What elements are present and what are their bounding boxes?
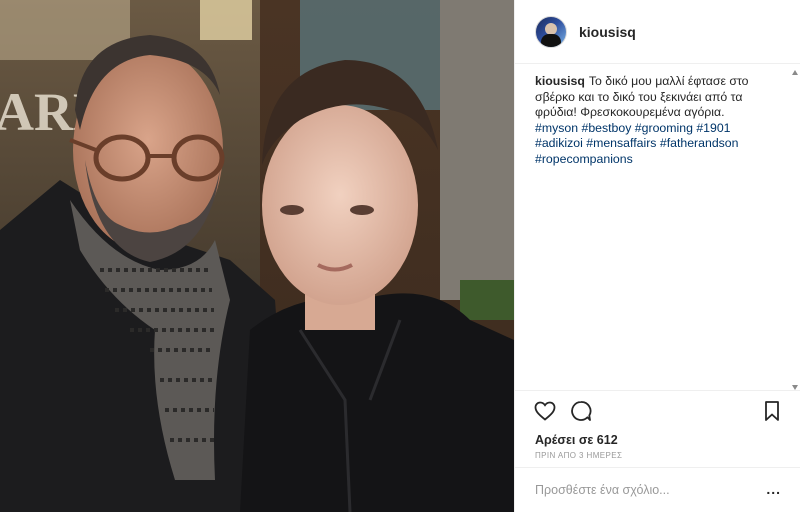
comment-box: ... [515, 467, 800, 512]
more-options-icon[interactable]: ... [766, 482, 781, 496]
actions-block: Αρέσει σε 612 ΠΡΙΝ ΑΠΟ 3 ΗΜΕΡΕΣ [515, 390, 800, 466]
comment-icon[interactable] [569, 399, 593, 423]
post-header: kiousisq [515, 0, 800, 64]
post-photo[interactable]: ARB [0, 0, 514, 512]
post-timestamp[interactable]: ΠΡΙΝ ΑΠΟ 3 ΗΜΕΡΕΣ [515, 449, 800, 463]
likes-count[interactable]: Αρέσει σε 612 [515, 431, 800, 449]
caption-username[interactable]: kiousisq [535, 74, 585, 88]
photo-illustration: ARB [0, 0, 514, 512]
avatar-face [545, 22, 557, 35]
scrollbar[interactable] [792, 70, 799, 390]
bookmark-icon[interactable] [761, 399, 783, 423]
comment-input[interactable] [535, 483, 745, 497]
caption: kiousisq Το δικό μου μαλλί έφτασε στο σβέ… [515, 64, 800, 167]
action-bar [515, 391, 800, 431]
avatar[interactable] [535, 15, 567, 48]
header-username[interactable]: kiousisq [579, 24, 636, 40]
avatar-body [541, 33, 561, 47]
scroll-up-arrow-icon[interactable] [792, 70, 798, 75]
caption-area: kiousisq Το δικό μου μαλλί έφτασε στο σβέ… [515, 64, 800, 390]
post-side-panel: kiousisq kiousisq Το δικό μου μαλλί έφτασ… [514, 0, 800, 512]
hashtags[interactable]: #myson #bestboy #grooming #1901 #adikizo… [535, 121, 779, 168]
heart-icon[interactable] [533, 399, 557, 423]
